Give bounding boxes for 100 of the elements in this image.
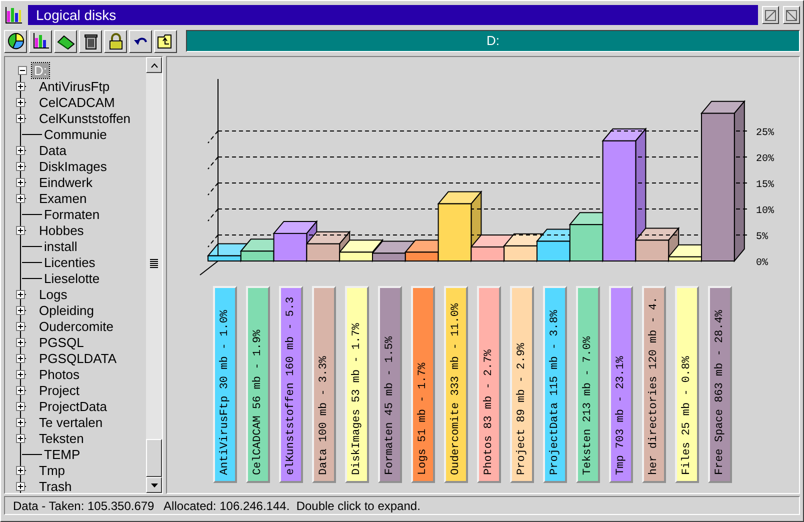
- grip-icon: [150, 259, 158, 268]
- axis-tick-label: 10%: [756, 206, 774, 217]
- tree-item[interactable]: Logs: [37, 286, 70, 302]
- legend-item[interactable]: Files 25 mb - 0.8%: [675, 286, 699, 483]
- legend-label: her directories 120 mb - 4.: [647, 296, 661, 477]
- axis-tick-label: 25%: [756, 128, 774, 139]
- expand-icon[interactable]: [16, 306, 25, 314]
- pie-chart-button[interactable]: [4, 30, 27, 52]
- legend-item[interactable]: Project 89 mb - 2.9%: [510, 286, 534, 483]
- legend-item[interactable]: Data 100 mb - 3.3%: [312, 286, 336, 483]
- scrollbar[interactable]: [146, 57, 162, 493]
- trash-button[interactable]: [79, 30, 102, 52]
- expand-icon[interactable]: [16, 178, 25, 186]
- legend-label: elKunststoffen 160 mb - 5.3: [284, 296, 298, 477]
- expand-icon[interactable]: [16, 466, 25, 474]
- legend-label: Photos 83 mb - 2.7%: [482, 348, 496, 477]
- axis-tick-label: 20%: [756, 154, 774, 165]
- tree-item[interactable]: ProjectData: [37, 398, 109, 414]
- collapse-icon[interactable]: [18, 66, 27, 74]
- legend-item[interactable]: CelCADCAM 56 mb - 1.9%: [246, 286, 270, 483]
- legend-item[interactable]: Oudercomite 333 mb - 11.0%: [444, 286, 468, 483]
- maximize-button[interactable]: [762, 6, 779, 24]
- scroll-up-icon: [150, 62, 158, 68]
- tree-item[interactable]: Oudercomite: [37, 318, 116, 334]
- expand-icon[interactable]: [16, 418, 25, 426]
- bar: [372, 252, 406, 262]
- padlock-icon: [106, 32, 124, 50]
- legend-item[interactable]: elKunststoffen 160 mb - 5.3: [279, 286, 303, 483]
- expand-icon[interactable]: [16, 82, 25, 90]
- legend-item[interactable]: DiskImages 53 mb - 1.7%: [345, 286, 369, 483]
- expand-icon[interactable]: [16, 162, 25, 170]
- tree-item[interactable]: TEMP: [42, 446, 82, 462]
- expand-icon[interactable]: [16, 482, 25, 490]
- path-bar: D:: [186, 30, 800, 52]
- expand-icon[interactable]: [16, 386, 25, 394]
- expand-icon[interactable]: [16, 146, 25, 154]
- pie-chart-icon: [6, 32, 24, 50]
- tree-item[interactable]: Hobbes: [37, 222, 86, 238]
- legend-label: Free Space 863 mb - 28.4%: [713, 308, 727, 477]
- expand-icon[interactable]: [16, 226, 25, 234]
- axis-tick-label: 0%: [756, 258, 768, 269]
- legend-item[interactable]: Formaten 45 mb - 1.5%: [378, 286, 402, 483]
- legend-label: Tmp 703 mb - 23.1%: [614, 355, 628, 477]
- expand-icon[interactable]: [16, 114, 25, 122]
- expand-icon[interactable]: [16, 370, 25, 378]
- tree-item[interactable]: PGSQL: [37, 334, 86, 350]
- legend-label: DiskImages 53 mb - 1.7%: [350, 322, 364, 477]
- expand-icon[interactable]: [16, 402, 25, 410]
- scroll-down-icon: [150, 482, 158, 488]
- legend-label: Teksten 213 mb - 7.0%: [581, 335, 595, 477]
- app-icon: [4, 5, 24, 25]
- legend-label: AntiVirusFtp 30 mb - 1.0%: [218, 308, 232, 477]
- expand-icon[interactable]: [16, 322, 25, 330]
- expand-icon[interactable]: [16, 98, 25, 106]
- tree-item[interactable]: Opleiding: [37, 302, 96, 318]
- undo-button[interactable]: [129, 30, 152, 52]
- expand-icon[interactable]: [16, 434, 25, 442]
- tree-item[interactable]: CelCADCAM: [37, 94, 117, 110]
- expand-icon[interactable]: [16, 354, 25, 362]
- tree-item[interactable]: AntiVirusFtp: [37, 78, 112, 94]
- tree-item[interactable]: Photos: [37, 366, 82, 382]
- tree-item[interactable]: install: [42, 238, 80, 254]
- tree-item[interactable]: CelKunststoffen: [37, 110, 133, 126]
- legend-item[interactable]: Photos 83 mb - 2.7%: [477, 286, 501, 483]
- tree-item[interactable]: Data: [37, 142, 68, 158]
- legend-label: Formaten 45 mb - 1.5%: [383, 335, 397, 477]
- tree-item[interactable]: Communie: [42, 126, 109, 142]
- legend-item[interactable]: Teksten 213 mb - 7.0%: [576, 286, 600, 483]
- tree-item[interactable]: Licenties: [42, 254, 98, 270]
- tree-item[interactable]: Eindwerk: [37, 174, 94, 190]
- scroll-thumb[interactable]: [146, 439, 162, 477]
- legend-item[interactable]: Logs 51 mb - 1.7%: [411, 286, 435, 483]
- bar: [504, 245, 538, 262]
- bar-chart-icon: [32, 32, 50, 50]
- legend-item[interactable]: Free Space 863 mb - 28.4%: [708, 286, 732, 483]
- tree-item[interactable]: Lieselotte: [42, 270, 102, 286]
- expand-icon[interactable]: [16, 194, 25, 202]
- tree-item[interactable]: PGSQLDATA: [37, 350, 119, 366]
- tree-item[interactable]: Teksten: [37, 430, 86, 446]
- padlock-button[interactable]: [104, 30, 127, 52]
- axis-tick-label: 15%: [756, 180, 774, 191]
- legend-label: Logs 51 mb - 1.7%: [416, 362, 430, 477]
- folder-up-button[interactable]: [154, 30, 177, 52]
- legend-label: Files 25 mb - 0.8%: [680, 355, 694, 477]
- area-chart-button[interactable]: [54, 30, 77, 52]
- legend-item[interactable]: ProjectData 115 mb - 3.8%: [543, 286, 567, 483]
- tree-item[interactable]: Te vertalen: [37, 414, 105, 430]
- bar-chart-button[interactable]: [29, 30, 52, 52]
- legend-item[interactable]: Tmp 703 mb - 23.1%: [609, 286, 633, 483]
- tree-item[interactable]: Tmp: [37, 462, 67, 478]
- legend-item[interactable]: her directories 120 mb - 4.: [642, 286, 666, 483]
- tree-item[interactable]: Examen: [37, 190, 89, 206]
- close-button[interactable]: [783, 6, 800, 24]
- tree-item[interactable]: DiskImages: [37, 158, 109, 174]
- tree-item[interactable]: Formaten: [42, 206, 102, 222]
- expand-icon[interactable]: [16, 290, 25, 298]
- tree-item[interactable]: Project: [37, 382, 82, 398]
- legend-item[interactable]: AntiVirusFtp 30 mb - 1.0%: [213, 286, 237, 483]
- tree-item[interactable]: Trash: [37, 478, 74, 493]
- expand-icon[interactable]: [16, 338, 25, 346]
